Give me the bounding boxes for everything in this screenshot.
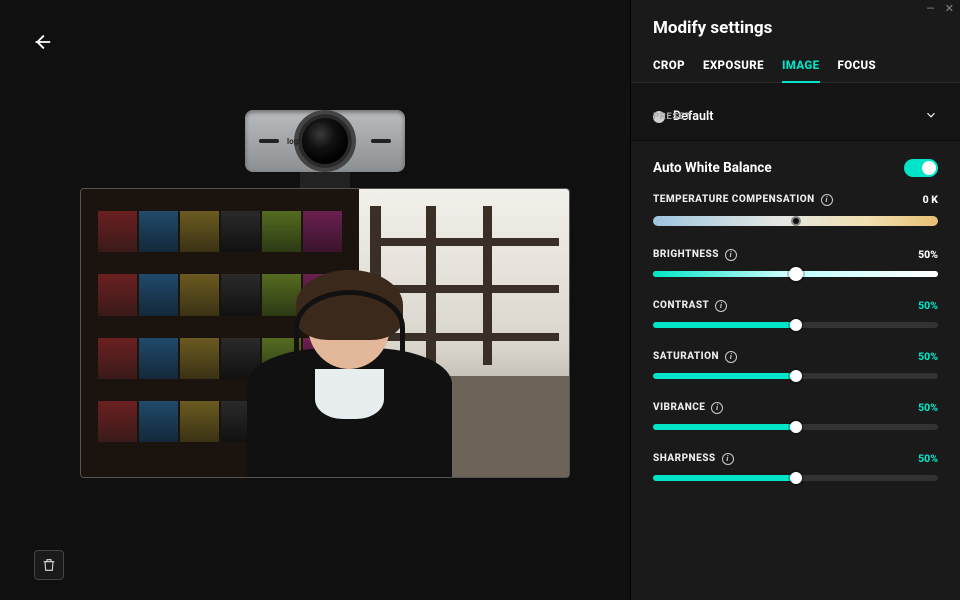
info-icon[interactable]: i <box>711 402 723 414</box>
back-button[interactable] <box>28 28 56 56</box>
auto-white-balance-toggle[interactable] <box>904 159 938 177</box>
saturation-slider[interactable] <box>653 373 938 379</box>
info-icon[interactable]: i <box>725 351 737 363</box>
contrast-control: CONTRASTi 50% <box>653 299 938 328</box>
vibrance-slider[interactable] <box>653 424 938 430</box>
saturation-value: 50% <box>918 350 938 363</box>
info-icon[interactable]: i <box>715 300 727 312</box>
trash-icon <box>41 557 57 573</box>
preset-selector[interactable]: PRESET Default <box>631 83 960 141</box>
brightness-value: 50% <box>918 248 938 261</box>
preview-pane: logi <box>0 0 630 600</box>
vibrance-label: VIBRANCEi <box>653 402 723 414</box>
window-controls: ― ✕ <box>926 2 954 15</box>
webcam-device: logi <box>245 110 405 172</box>
auto-white-balance-label: Auto White Balance <box>653 160 772 176</box>
info-icon[interactable]: i <box>722 453 734 465</box>
video-preview <box>80 188 570 478</box>
arrow-left-icon <box>31 31 53 53</box>
sharpness-value: 50% <box>918 452 938 465</box>
webcam-lens-icon <box>298 114 352 168</box>
window-minimize-button[interactable]: ― <box>926 2 935 15</box>
temperature-slider[interactable] <box>653 216 938 226</box>
brightness-label: BRIGHTNESSi <box>653 249 737 261</box>
temperature-value: 0 K <box>923 193 938 206</box>
contrast-slider[interactable] <box>653 322 938 328</box>
panel-title: Modify settings <box>631 0 960 50</box>
tab-image[interactable]: IMAGE <box>782 50 820 82</box>
webcam-brand-label: logi <box>287 137 300 146</box>
vibrance-value: 50% <box>918 401 938 414</box>
brightness-slider[interactable] <box>653 271 938 277</box>
settings-scroll[interactable]: Auto White Balance TEMPERATURE COMPENSAT… <box>631 141 960 600</box>
settings-panel: ― ✕ Modify settings CROP EXPOSURE IMAGE FOC… <box>630 0 960 600</box>
chevron-down-icon <box>924 107 938 126</box>
info-icon[interactable]: i <box>821 194 833 206</box>
vibrance-control: VIBRANCEi 50% <box>653 401 938 430</box>
tab-crop[interactable]: CROP <box>653 50 685 82</box>
saturation-control: SATURATIONi 50% <box>653 350 938 379</box>
settings-tabs: CROP EXPOSURE IMAGE FOCUS <box>631 50 960 83</box>
webcam-preview-stack: logi <box>80 110 570 478</box>
saturation-label: SATURATIONi <box>653 351 737 363</box>
temperature-label: TEMPERATURE COMPENSATION i <box>653 194 833 206</box>
delete-button[interactable] <box>34 550 64 580</box>
sharpness-control: SHARPNESSi 50% <box>653 452 938 481</box>
sharpness-label: SHARPNESSi <box>653 453 734 465</box>
contrast-value: 50% <box>918 299 938 312</box>
window-close-button[interactable]: ✕ <box>945 2 954 15</box>
temperature-control: TEMPERATURE COMPENSATION i 0 K <box>653 193 938 226</box>
tab-focus[interactable]: FOCUS <box>838 50 877 82</box>
contrast-label: CONTRASTi <box>653 300 727 312</box>
sharpness-slider[interactable] <box>653 475 938 481</box>
brightness-control: BRIGHTNESSi 50% <box>653 248 938 277</box>
tab-exposure[interactable]: EXPOSURE <box>703 50 764 82</box>
info-icon[interactable]: i <box>725 249 737 261</box>
preset-heading: PRESET <box>653 111 691 122</box>
